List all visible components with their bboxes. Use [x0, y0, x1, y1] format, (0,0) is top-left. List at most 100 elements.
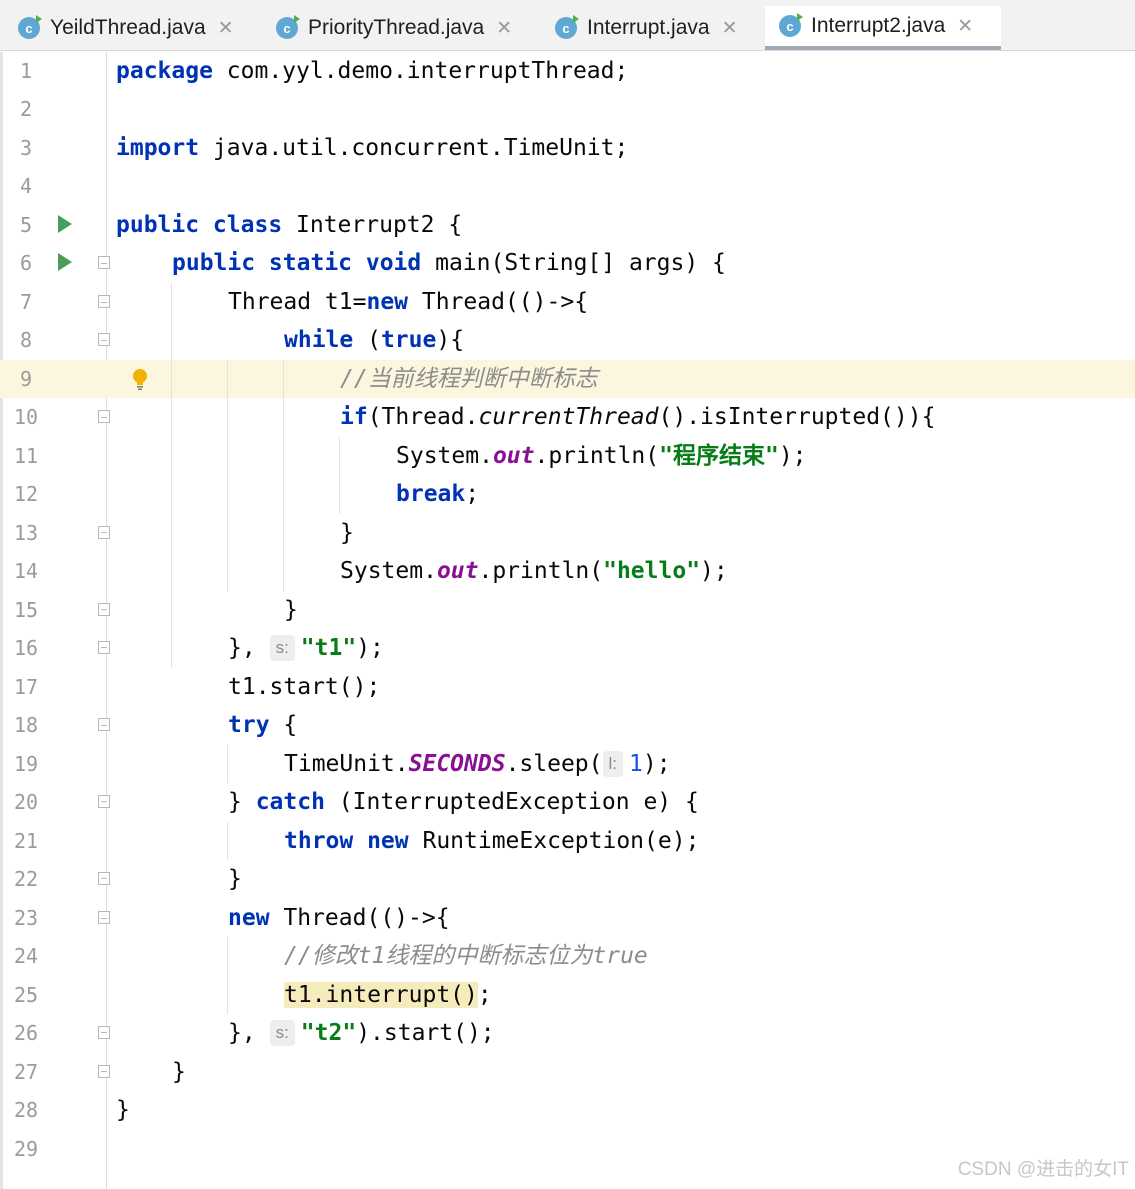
code-token: com.yyl.demo.interruptThread; [212, 58, 629, 84]
line-number: 1 [19, 59, 33, 83]
code-token: System. [340, 558, 437, 584]
code-token: .println( [478, 558, 604, 584]
code-token: ; [477, 982, 492, 1008]
line-number: 3 [19, 136, 33, 160]
tab-prioritythread[interactable]: c PriorityThread.java ✕ [276, 6, 512, 50]
tab-label: PriorityThread.java [308, 16, 485, 39]
indent-guide [283, 360, 284, 592]
code-line: while (true){ [284, 321, 464, 359]
tab-interrupt2[interactable]: c Interrupt2.java ✕ [765, 6, 1001, 50]
line-number: 14 [13, 559, 39, 583]
code-token: } [340, 520, 354, 546]
indent-guide [227, 360, 228, 592]
code-token: SECONDS [408, 751, 506, 777]
code-token: System. [396, 443, 493, 469]
close-icon[interactable]: ✕ [722, 17, 738, 40]
code-token: ); [778, 443, 807, 469]
fold-end-icon[interactable] [98, 526, 110, 539]
code-line: if(Thread.currentThread().isInterrupted(… [340, 398, 935, 436]
line-number: 10 [13, 405, 39, 429]
fold-icon[interactable] [98, 333, 110, 346]
line-number: 2 [19, 97, 33, 121]
class-icon: c [779, 13, 803, 37]
line-number: 25 [13, 983, 39, 1007]
line-number: 20 [13, 790, 39, 814]
class-icon: c [276, 15, 300, 39]
code-token: Thread(()->{ [269, 905, 450, 931]
run-icon[interactable] [58, 215, 72, 233]
indent-guide [227, 822, 228, 860]
code-token: ); [356, 635, 384, 661]
line-number: 28 [13, 1098, 39, 1122]
code-line: System.out.println("程序结束"); [396, 437, 807, 475]
class-icon: c [555, 15, 579, 39]
fold-end-icon[interactable] [98, 1065, 110, 1078]
line-number: 15 [13, 598, 39, 622]
watermark: CSDN @进击的女IT [957, 1159, 1129, 1180]
editor-tab-bar: c YeildThread.java ✕ c PriorityThread.ja… [0, 0, 1135, 51]
code-token: .sleep( [505, 751, 603, 777]
tab-label: YeildThread.java [50, 16, 206, 39]
fold-icon[interactable] [98, 410, 110, 423]
code-line: t1.start(); [228, 668, 380, 706]
line-number: 27 [13, 1060, 39, 1084]
line-number: 12 [13, 482, 39, 506]
code-token: if [340, 404, 368, 430]
code-line: //修改t1线程的中断标志位为true [284, 937, 648, 975]
code-line: } [228, 860, 242, 898]
code-token: ( [353, 327, 381, 353]
line-number: 23 [13, 906, 39, 930]
code-token: .println( [534, 443, 660, 469]
code-token: true [380, 327, 437, 353]
code-token: } [228, 789, 256, 815]
code-token: out [492, 443, 535, 469]
code-token: ); [700, 558, 728, 584]
code-token: Thread(()->{ [408, 289, 589, 315]
line-number: 24 [13, 944, 39, 968]
code-token: ){ [436, 327, 465, 353]
fold-icon[interactable] [98, 911, 110, 924]
code-token: "程序结束" [659, 443, 779, 469]
code-line: public class Interrupt2 { [116, 206, 462, 244]
code-line: break; [396, 475, 479, 513]
code-token: import [116, 135, 200, 161]
code-token: 1 [629, 751, 643, 777]
code-token: } [284, 597, 298, 623]
code-line: public static void main(String[] args) { [172, 244, 726, 282]
code-token: main(String[] args) { [421, 250, 726, 276]
code-token: ; [465, 481, 480, 507]
fold-end-icon[interactable] [98, 603, 110, 616]
tab-interrupt[interactable]: c Interrupt.java ✕ [555, 6, 738, 50]
code-line: System.out.println("hello"); [340, 552, 728, 590]
code-token: "t2" [300, 1020, 357, 1046]
run-icon[interactable] [58, 253, 72, 271]
close-icon[interactable]: ✕ [496, 17, 512, 40]
code-token: java.util.concurrent.TimeUnit; [199, 135, 629, 161]
fold-icon[interactable] [98, 718, 110, 731]
code-token: { [269, 712, 298, 738]
line-number: 16 [13, 636, 39, 660]
fold-icon[interactable] [98, 256, 110, 269]
code-token: new [228, 905, 270, 931]
code-token: (Thread. [367, 404, 479, 430]
code-line: } catch (InterruptedException e) { [228, 783, 699, 821]
line-number: 5 [19, 213, 33, 237]
lightbulb-icon[interactable] [131, 368, 149, 390]
fold-icon[interactable] [98, 295, 110, 308]
line-number: 7 [19, 290, 33, 314]
fold-end-icon[interactable] [98, 795, 110, 808]
code-token: try [228, 712, 270, 738]
line-number: 22 [13, 867, 39, 891]
code-token: } [228, 866, 242, 892]
code-line: TimeUnit.SECONDS.sleep(l: 1); [284, 745, 671, 783]
param-hint: s: [269, 635, 295, 661]
code-token: ).start(); [356, 1020, 495, 1046]
tab-yeildthread[interactable]: c YeildThread.java ✕ [18, 6, 234, 50]
close-icon[interactable]: ✕ [957, 15, 973, 38]
code-token: public static void [172, 250, 422, 276]
code-token: RuntimeException(e); [408, 828, 700, 854]
fold-end-icon[interactable] [98, 872, 110, 885]
fold-end-icon[interactable] [98, 1026, 110, 1039]
fold-end-icon[interactable] [98, 641, 110, 654]
close-icon[interactable]: ✕ [218, 17, 234, 40]
